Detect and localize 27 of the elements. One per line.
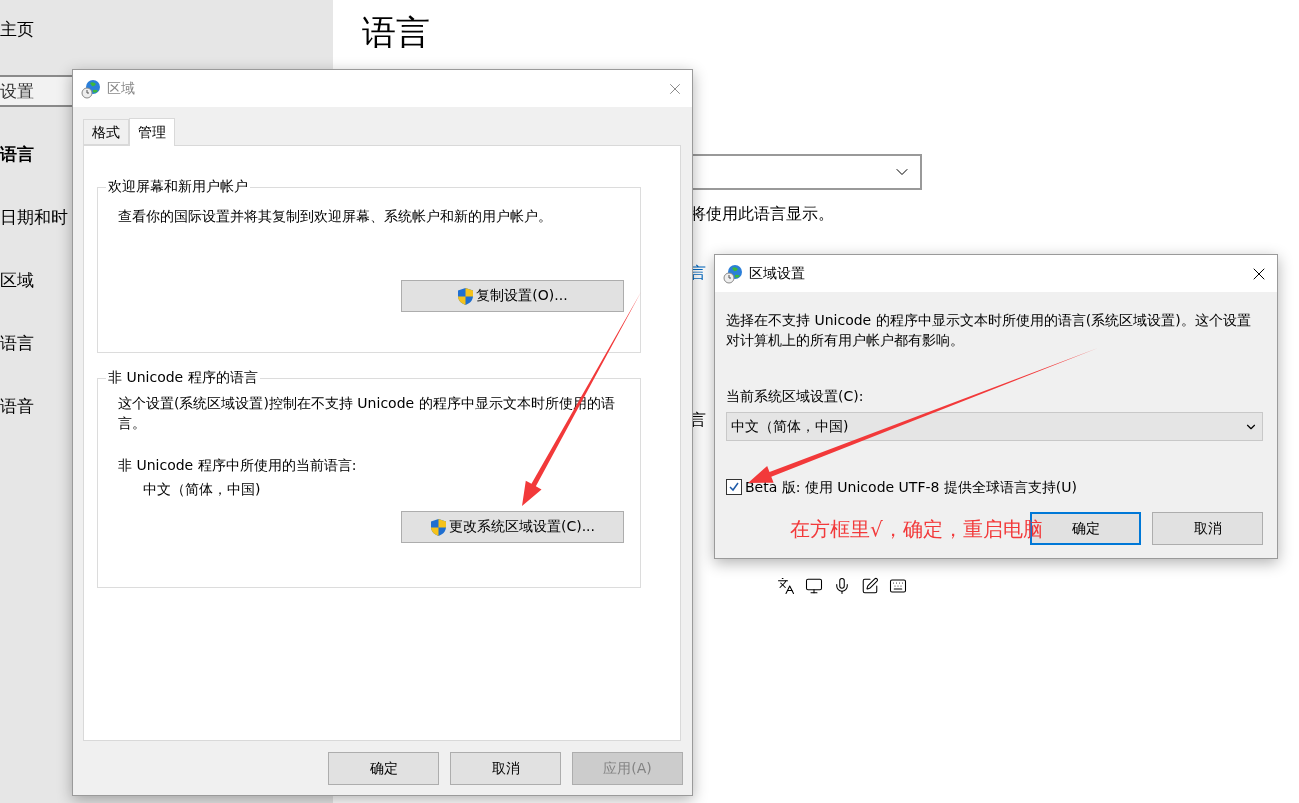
tab[interactable]: 格式 <box>83 119 129 145</box>
dialog-description: 选择在不支持 Unicode 的程序中显示文本时所使用的语言(系统区域设置)。这个设置对计算机上的所有用户帐户都有影响。 <box>726 311 1252 350</box>
group-title: 欢迎屏幕和新用户帐户 <box>107 178 249 196</box>
sidebar-item[interactable]: 日期和时 <box>0 206 68 229</box>
sidebar-item[interactable]: 区域 <box>0 269 34 292</box>
locale-select[interactable]: 中文（简体，中国) <box>726 412 1263 441</box>
current-language-label: 非 Unicode 程序中所使用的当前语言: <box>118 456 358 475</box>
sidebar-item[interactable]: 语言 <box>0 332 34 355</box>
link[interactable]: 言 <box>690 263 706 284</box>
page-title: 语言 <box>362 11 431 54</box>
window-title: 区域设置 <box>749 264 806 283</box>
group-title: 非 Unicode 程序的语言 <box>107 369 259 387</box>
shield-button[interactable]: 更改系统区域设置(C)... <box>401 511 624 543</box>
dialog-button[interactable]: 确定 <box>328 752 439 785</box>
window-title: 区域 <box>107 79 136 98</box>
dialog-button[interactable]: 取消 <box>450 752 561 785</box>
shield-button[interactable]: 复制设置(O)... <box>401 280 624 312</box>
current-language-value: 中文（简体，中国) <box>143 481 262 499</box>
section-label: 言 <box>690 410 706 431</box>
section-heading: 语言 <box>0 143 34 166</box>
select-label: 当前系统区域设置(C): <box>726 387 865 406</box>
dialog-button[interactable]: 取消 <box>1152 512 1263 545</box>
home-item[interactable]: 主页 <box>0 18 34 41</box>
sidebar-item[interactable]: 语音 <box>0 395 34 418</box>
group-description: 查看你的国际设置并将其复制到欢迎屏幕、系统帐户和新的用户帐户。 <box>118 207 553 226</box>
tab[interactable]: 管理 <box>129 118 175 146</box>
checkbox-label: Beta 版: 使用 Unicode UTF-8 提供全球语言支持(U) <box>745 478 1077 497</box>
